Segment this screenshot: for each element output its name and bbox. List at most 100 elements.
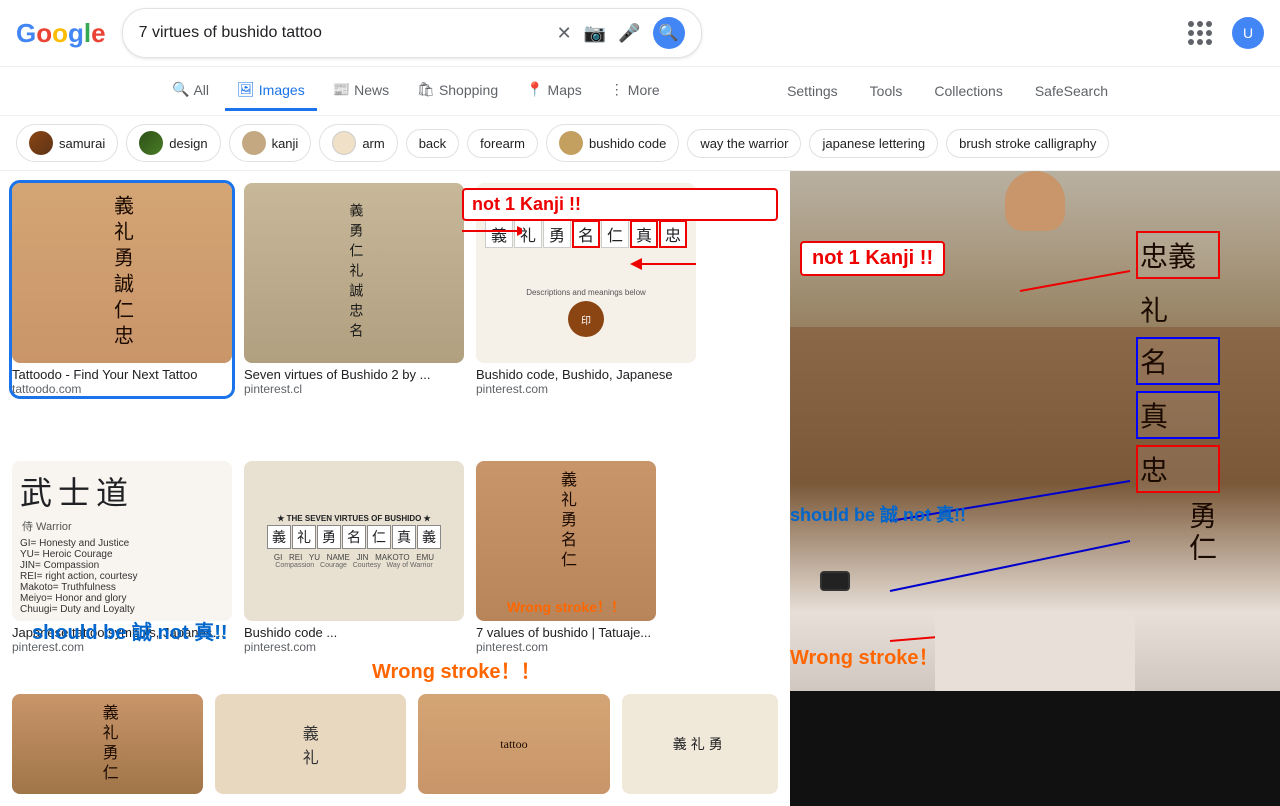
kanji-cell-3: 勇 — [543, 220, 571, 248]
filter-chip-bushido-code[interactable]: bushido code — [546, 124, 679, 162]
tab-images[interactable]: 🖼 Images — [225, 71, 317, 111]
should-be-annotation: should be 誠 not 真!! — [32, 616, 778, 645]
filter-chip-way-warrior[interactable]: way the warrior — [687, 129, 801, 158]
search-input[interactable] — [139, 24, 549, 42]
kanji-忠義: 忠義 — [1140, 235, 1216, 275]
apps-grid-icon[interactable] — [1184, 17, 1216, 49]
filter-chip-forearm[interactable]: forearm — [467, 129, 538, 158]
collections-button[interactable]: Collections — [922, 75, 1014, 107]
filter-chip-brush-stroke[interactable]: brush stroke calligraphy — [946, 129, 1109, 158]
not1kanji-right-box: not 1 Kanji !! — [800, 241, 945, 276]
header-right: U — [1184, 17, 1264, 49]
man-back-photo: 忠義 礼 名 真 忠 勇 — [790, 171, 1280, 691]
tab-more[interactable]: ⋮ More — [598, 71, 672, 111]
search-icon: 🔍 — [659, 23, 679, 43]
chart-seal: 印 — [568, 301, 604, 337]
filter-label-design: design — [169, 136, 207, 151]
kanji-勇仁: 勇仁 — [1140, 501, 1220, 565]
search-icons: ✕ 📷 🎤 🔍 — [557, 17, 685, 49]
kanji-cell-7-highlighted: 忠 — [659, 220, 687, 248]
b4-content: 義礼勇 — [673, 734, 727, 754]
user-avatar[interactable]: U — [1232, 17, 1264, 49]
result-card-b1[interactable]: 義礼勇仁 — [12, 694, 203, 794]
wrong-stroke-annotation: Wrong stroke！！ — [372, 655, 778, 684]
kanji-cell-5: 仁 — [601, 220, 629, 248]
mic-icon[interactable]: 🎤 — [618, 23, 640, 44]
result-thumb-2: 義勇仁礼誠忠名 — [244, 183, 464, 363]
not1kanji-right-text: not 1 Kanji !! — [812, 247, 933, 269]
samurai-thumbnail — [29, 131, 53, 155]
blue-box-kanji-名: 名 — [1136, 337, 1220, 385]
tools-button[interactable]: Tools — [858, 75, 915, 107]
filter-chip-samurai[interactable]: samurai — [16, 124, 118, 162]
search-bar: ✕ 📷 🎤 🔍 — [122, 8, 702, 58]
filter-chip-design[interactable]: design — [126, 124, 220, 162]
all-icon: 🔍 — [172, 81, 189, 98]
filter-chip-japanese-lettering[interactable]: japanese lettering — [809, 129, 938, 158]
google-logo[interactable]: Google — [16, 18, 106, 49]
result-thumb-1: 義礼勇誠仁忠 — [12, 183, 232, 363]
tab-all[interactable]: 🔍 All — [160, 71, 221, 111]
result-title-1: Tattoodo - Find Your Next Tattoo — [12, 367, 232, 382]
search-button[interactable]: 🔍 — [653, 17, 685, 49]
filter-chip-kanji[interactable]: kanji — [229, 124, 312, 162]
result-card-2[interactable]: 義勇仁礼誠忠名 Seven virtues of Bushido 2 by ..… — [244, 183, 464, 396]
kanji-礼: 礼 — [1140, 289, 1220, 329]
chart-description: Descriptions and meanings below — [526, 288, 646, 297]
tab-news[interactable]: 📰 News — [321, 71, 401, 111]
nav-tabs: 🔍 All 🖼 Images 📰 News 🛍 Shopping 📍 Maps … — [0, 67, 1280, 116]
tab-shopping[interactable]: 🛍 Shopping — [405, 71, 510, 111]
content-area: 義礼勇誠仁忠 Tattoodo - Find Your Next Tattoo … — [0, 171, 1280, 806]
kanji-cell-4-highlighted: 名 — [572, 220, 600, 248]
shouldbe-right-text: should be 誠 not 真!! — [790, 501, 966, 527]
result-card-3[interactable]: ★ THE SEVEN VIRTUES OF BUSHIDO ★ 義 礼 勇 名… — [476, 183, 696, 396]
safesearch-button[interactable]: SafeSearch — [1023, 75, 1120, 107]
kanji-cell-2: 礼 — [514, 220, 542, 248]
wrongstroke-right-text: Wrong stroke！！ — [790, 641, 959, 670]
images-icon: 🖼 — [237, 81, 255, 98]
kanji-thumbnail — [242, 131, 266, 155]
result-card-1[interactable]: 義礼勇誠仁忠 Tattoodo - Find Your Next Tattoo … — [12, 183, 232, 396]
filter-chip-back[interactable]: back — [406, 129, 459, 158]
image-row-3: 義礼勇仁 義礼 tattoo 義礼勇 — [12, 694, 778, 794]
shopping-icon: 🛍 — [417, 81, 435, 98]
filter-chip-arm[interactable]: arm — [319, 124, 397, 162]
result-source-3: pinterest.com — [476, 382, 696, 396]
design-thumbnail — [139, 131, 163, 155]
header: Google ✕ 📷 🎤 🔍 U — [0, 0, 1280, 67]
back-tattoos: 忠義 礼 名 真 忠 勇 — [1136, 231, 1220, 565]
result-card-b4[interactable]: 義礼勇 — [622, 694, 778, 794]
image-grid: 義礼勇誠仁忠 Tattoodo - Find Your Next Tattoo … — [0, 171, 790, 806]
result-thumb-jp: 武士道 侍 Warrior GI= Honesty and Justice YU… — [12, 461, 232, 621]
filter-label-arm: arm — [362, 136, 384, 151]
tab-maps[interactable]: 📍 Maps — [514, 71, 594, 111]
image-row-1: 義礼勇誠仁忠 Tattoodo - Find Your Next Tattoo … — [12, 183, 778, 396]
kanji-cell-6-highlighted: 真 — [630, 220, 658, 248]
result-thumb-arm: 義礼勇名仁 Wrong stroke！！ — [476, 461, 656, 621]
b3-content: tattoo — [500, 737, 527, 752]
filter-label-bushido-code: bushido code — [589, 136, 666, 151]
result-thumb-b1: 義礼勇仁 — [12, 694, 203, 794]
jp-warrior-label: 侍 Warrior — [22, 518, 72, 534]
annotation-arrow-svg — [586, 254, 696, 284]
filter-label-samurai: samurai — [59, 136, 105, 151]
settings-button[interactable]: Settings — [775, 75, 850, 107]
result-thumb-b4: 義礼勇 — [622, 694, 778, 794]
red-box-kanji-忠: 忠 — [1136, 445, 1220, 493]
right-panel: 忠義 礼 名 真 忠 勇 — [790, 171, 1280, 806]
b1-kanji: 義礼勇仁 — [96, 704, 120, 784]
filter-label-back: back — [419, 136, 446, 151]
camera-icon[interactable]: 📷 — [584, 23, 606, 44]
result-thumb-3: ★ THE SEVEN VIRTUES OF BUSHIDO ★ 義 礼 勇 名… — [476, 183, 696, 363]
clear-icon[interactable]: ✕ — [557, 23, 572, 44]
watch — [820, 571, 850, 591]
kanji-真-text: 真 — [1140, 402, 1168, 433]
result-source-2: pinterest.cl — [244, 382, 464, 396]
filter-row: samurai design kanji arm back forearm bu… — [0, 116, 1280, 171]
result-card-b2[interactable]: 義礼 — [215, 694, 406, 794]
result-card-b3[interactable]: tattoo — [418, 694, 609, 794]
filter-label-japanese-lettering: japanese lettering — [822, 136, 925, 151]
maps-icon: 📍 — [526, 81, 543, 98]
jp-large-chars: 武士道 — [20, 468, 128, 514]
kanji-名-text: 名 — [1140, 348, 1168, 379]
